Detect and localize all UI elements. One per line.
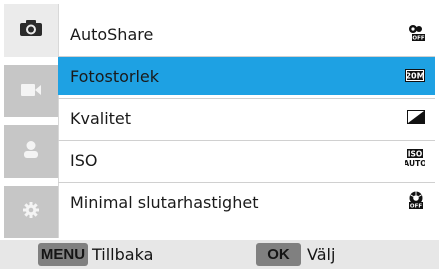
gear-icon xyxy=(23,201,39,222)
menu-item-label: Kvalitet xyxy=(70,108,132,128)
mode-tab-bar xyxy=(4,4,58,238)
quality-icon xyxy=(407,109,425,128)
photo-size-20m-icon: 20M xyxy=(405,67,425,86)
menu-item-label: AutoShare xyxy=(70,24,154,44)
menu-item-kvalitet[interactable]: Kvalitet xyxy=(58,99,435,137)
min-shutter-off-icon: OFF xyxy=(407,191,425,213)
video-camera-icon xyxy=(21,81,41,100)
person-icon xyxy=(24,140,38,162)
menu-item-minimal-slutarhastighet[interactable]: Minimal slutarhastighet OFF xyxy=(58,183,435,221)
tab-video[interactable] xyxy=(4,64,58,117)
camera-settings-screen: AutoShare OFF Fotostorlek 20M Kvalitet I… xyxy=(0,0,439,269)
autoshare-off-icon: OFF xyxy=(407,24,425,45)
tab-settings[interactable] xyxy=(4,185,58,238)
photo-size-text: 20M xyxy=(405,71,424,80)
menu-item-iso[interactable]: ISO ISO AUTO xyxy=(58,141,435,179)
menu-item-fotostorlek[interactable]: Fotostorlek 20M xyxy=(58,57,435,95)
camera-icon xyxy=(20,20,42,40)
tab-camera[interactable] xyxy=(4,4,58,57)
settings-menu-list: AutoShare OFF Fotostorlek 20M Kvalitet I… xyxy=(58,4,435,238)
iso-auto-text: AUTO xyxy=(405,159,425,167)
tab-person[interactable] xyxy=(4,125,58,178)
ok-key-button[interactable]: OK xyxy=(256,243,301,266)
menu-item-label: Fotostorlek xyxy=(70,66,160,86)
iso-auto-icon: ISO AUTO xyxy=(403,149,427,171)
menu-key-button[interactable]: MENU xyxy=(38,243,88,266)
select-action-label: Välj xyxy=(307,245,336,264)
svg-text:OFF: OFF xyxy=(410,204,422,209)
menu-item-label: Minimal slutarhastighet xyxy=(70,192,259,212)
back-action-label: Tillbaka xyxy=(92,245,154,264)
menu-item-label: ISO xyxy=(70,150,98,170)
iso-text: ISO xyxy=(408,150,423,159)
menu-item-autoshare[interactable]: AutoShare OFF xyxy=(58,15,435,53)
ok-key-label: OK xyxy=(267,246,290,263)
svg-text:OFF: OFF xyxy=(412,35,424,40)
menu-key-label: MENU xyxy=(40,246,86,263)
bottom-key-bar: MENU Tillbaka OK Välj xyxy=(0,240,439,269)
